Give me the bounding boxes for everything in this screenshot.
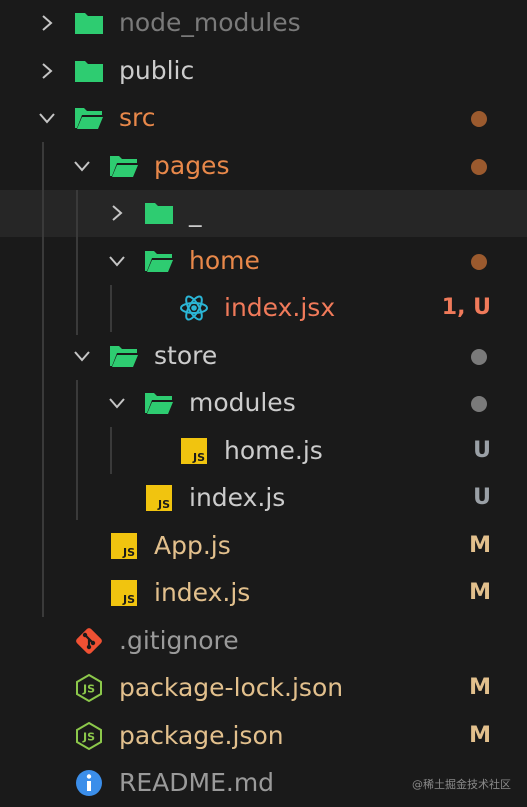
folder-icon xyxy=(74,58,104,84)
svg-text:JS: JS xyxy=(82,683,95,696)
status-dot xyxy=(471,348,487,365)
item-label: package.json xyxy=(119,720,284,750)
item-label: node_modules xyxy=(119,8,301,37)
folder-item-modules[interactable]: modules xyxy=(0,380,527,427)
js-file-icon: JS xyxy=(111,580,137,606)
chevron-right-icon[interactable] xyxy=(108,204,126,222)
git-status-badge: U xyxy=(473,437,491,463)
info-file-icon xyxy=(74,768,104,796)
file-item-index-js[interactable]: JS index.js U xyxy=(0,475,527,522)
chevron-right-icon[interactable] xyxy=(38,14,56,32)
git-status-badge: U xyxy=(473,485,491,510)
git-status-badge: M xyxy=(469,580,491,605)
indent-guide xyxy=(110,285,112,332)
chevron-right-icon[interactable] xyxy=(38,62,56,80)
item-label: index.js xyxy=(189,483,286,512)
git-status-badge: M xyxy=(469,532,491,558)
js-file-icon: JS xyxy=(181,437,207,464)
git-file-icon xyxy=(74,626,104,654)
folder-item-store[interactable]: store xyxy=(0,333,527,380)
js-file-icon: JS xyxy=(146,485,172,511)
folder-item-node-modules[interactable]: node_modules xyxy=(0,0,527,47)
chevron-down-icon[interactable] xyxy=(108,394,126,412)
chevron-down-icon[interactable] xyxy=(73,347,91,365)
file-item-gitignore[interactable]: .gitignore xyxy=(0,618,527,665)
nodejs-file-icon: JS xyxy=(74,673,104,703)
git-status-badge: M xyxy=(469,722,491,748)
item-label: home xyxy=(189,245,260,275)
js-file-icon: JS xyxy=(111,532,137,559)
item-label: pages xyxy=(154,150,230,180)
folder-open-icon xyxy=(109,153,139,179)
item-label: public xyxy=(119,55,195,85)
chevron-down-icon[interactable] xyxy=(38,109,56,127)
file-item-index-js[interactable]: JS index.js M xyxy=(0,570,527,617)
folder-icon xyxy=(144,200,174,226)
git-status-badge: 1, U xyxy=(441,295,491,320)
item-label: _ xyxy=(189,198,202,227)
item-label: home.js xyxy=(224,435,323,465)
file-item-package-lock-json[interactable]: JS package-lock.json M xyxy=(0,665,527,712)
folder-item-home[interactable]: home xyxy=(0,238,527,285)
nodejs-file-icon: JS xyxy=(74,721,104,750)
folder-item-src[interactable]: src xyxy=(0,95,527,142)
item-label: index.jsx xyxy=(224,293,336,322)
indent-guide xyxy=(76,380,78,520)
item-label: src xyxy=(119,103,156,132)
watermark: @稀土掘金技术社区 xyxy=(412,778,511,791)
status-dot xyxy=(471,111,487,127)
item-label: .gitignore xyxy=(119,625,239,655)
chevron-down-icon[interactable] xyxy=(73,157,91,175)
indent-guide xyxy=(110,427,112,474)
git-status-badge: M xyxy=(469,675,491,700)
file-item-package-json[interactable]: JS package.json M xyxy=(0,713,527,760)
status-dot xyxy=(471,158,487,175)
item-label: store xyxy=(154,340,218,370)
folder-item-public[interactable]: public xyxy=(0,48,527,95)
item-label: README.md xyxy=(119,768,275,797)
file-explorer-tree: node_modulespublic src pages _home index.jsx… xyxy=(0,0,527,806)
folder-icon xyxy=(74,10,104,36)
indent-guide xyxy=(76,190,78,335)
folder-open-icon xyxy=(144,390,174,416)
folder-item-pages[interactable]: pages xyxy=(0,143,527,190)
folder-open-icon xyxy=(74,105,104,131)
react-file-icon xyxy=(179,293,209,321)
indent-guide xyxy=(42,142,44,617)
folder-item-[interactable]: _ xyxy=(0,190,527,237)
folder-open-icon xyxy=(144,248,174,274)
status-dot xyxy=(471,396,487,412)
file-item-app-js[interactable]: JS App.js M xyxy=(0,523,527,570)
svg-text:JS: JS xyxy=(82,730,95,743)
file-item-home-js[interactable]: JS home.js U xyxy=(0,428,527,475)
chevron-down-icon[interactable] xyxy=(108,252,126,270)
item-label: modules xyxy=(189,388,296,417)
item-label: package-lock.json xyxy=(119,673,344,702)
file-item-index-jsx[interactable]: index.jsx 1, U xyxy=(0,285,527,332)
status-dot xyxy=(471,253,487,270)
folder-open-icon xyxy=(109,343,139,369)
item-label: index.js xyxy=(154,578,251,607)
item-label: App.js xyxy=(154,530,231,560)
